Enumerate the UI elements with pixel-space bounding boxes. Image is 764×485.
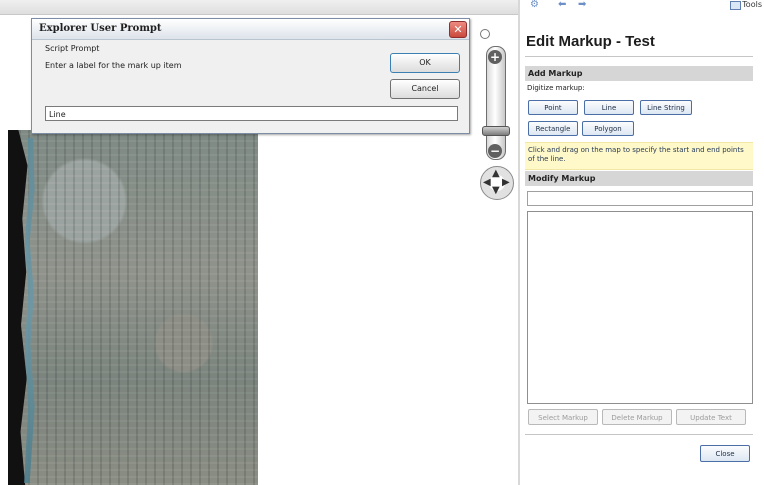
- cancel-button[interactable]: Cancel: [390, 79, 460, 99]
- help-text: Click and drag on the map to specify the…: [525, 142, 753, 170]
- point-button[interactable]: Point: [528, 100, 578, 115]
- page-title: Edit Markup - Test: [526, 33, 655, 50]
- tools-link[interactable]: Tools: [730, 0, 762, 10]
- ok-button[interactable]: OK: [390, 53, 460, 73]
- zoom-in-icon[interactable]: +: [488, 50, 502, 64]
- edit-markup-panel: ⚙ ⬅ ➡ Tools Edit Markup - Test Add Marku…: [520, 0, 764, 485]
- modify-markup-header: Modify Markup: [525, 171, 753, 186]
- digitize-label: Digitize markup:: [527, 84, 585, 92]
- panel-toolbar: ⚙ ⬅ ➡: [530, 0, 600, 12]
- pan-down-arrow-icon[interactable]: ▼: [492, 186, 500, 196]
- add-markup-header: Add Markup: [525, 66, 753, 81]
- forward-arrow-icon[interactable]: ➡: [578, 0, 590, 10]
- delete-markup-button[interactable]: Delete Markup: [602, 409, 672, 425]
- dialog-title: Explorer User Prompt: [39, 23, 162, 34]
- explorer-user-prompt-dialog: Explorer User Prompt ✕ Script Prompt Ent…: [31, 18, 470, 134]
- map-canvas[interactable]: + − ▲ ▼ ◀ ▶ Explorer User Prompt ✕ Scrip…: [0, 0, 520, 485]
- markup-filter-input[interactable]: [527, 191, 753, 206]
- zoom-control[interactable]: + − ▲ ▼ ◀ ▶: [478, 29, 514, 209]
- markup-listbox[interactable]: [527, 211, 753, 404]
- back-arrow-icon[interactable]: ⬅: [558, 0, 570, 10]
- dialog-message: Enter a label for the mark up item: [45, 61, 182, 70]
- dialog-titlebar: Explorer User Prompt ✕: [32, 19, 469, 40]
- line-string-button[interactable]: Line String: [640, 100, 692, 115]
- label-input[interactable]: Line: [45, 106, 458, 121]
- zoom-out-icon[interactable]: −: [488, 144, 502, 158]
- aerial-map-imagery: [10, 130, 258, 485]
- close-button[interactable]: Close: [700, 445, 750, 462]
- pan-right-arrow-icon[interactable]: ▶: [502, 178, 510, 188]
- footer-divider: [525, 434, 753, 435]
- settings-icon[interactable]: ⚙: [530, 0, 542, 10]
- title-divider: [525, 56, 753, 57]
- pan-left-arrow-icon[interactable]: ◀: [483, 178, 491, 188]
- pan-control-icon[interactable]: ▲ ▼ ◀ ▶: [480, 166, 514, 200]
- line-button[interactable]: Line: [584, 100, 634, 115]
- select-markup-button[interactable]: Select Markup: [528, 409, 598, 425]
- rectangle-button[interactable]: Rectangle: [528, 121, 578, 136]
- zoom-slider-thumb[interactable]: [482, 126, 510, 136]
- polygon-button[interactable]: Polygon: [582, 121, 634, 136]
- close-icon[interactable]: ✕: [449, 21, 467, 38]
- map-top-strip: [0, 0, 518, 15]
- dialog-subtitle: Script Prompt: [45, 44, 100, 53]
- pan-up-arrow-icon[interactable]: ▲: [492, 169, 500, 179]
- update-text-button[interactable]: Update Text: [676, 409, 746, 425]
- search-icon[interactable]: [480, 29, 490, 39]
